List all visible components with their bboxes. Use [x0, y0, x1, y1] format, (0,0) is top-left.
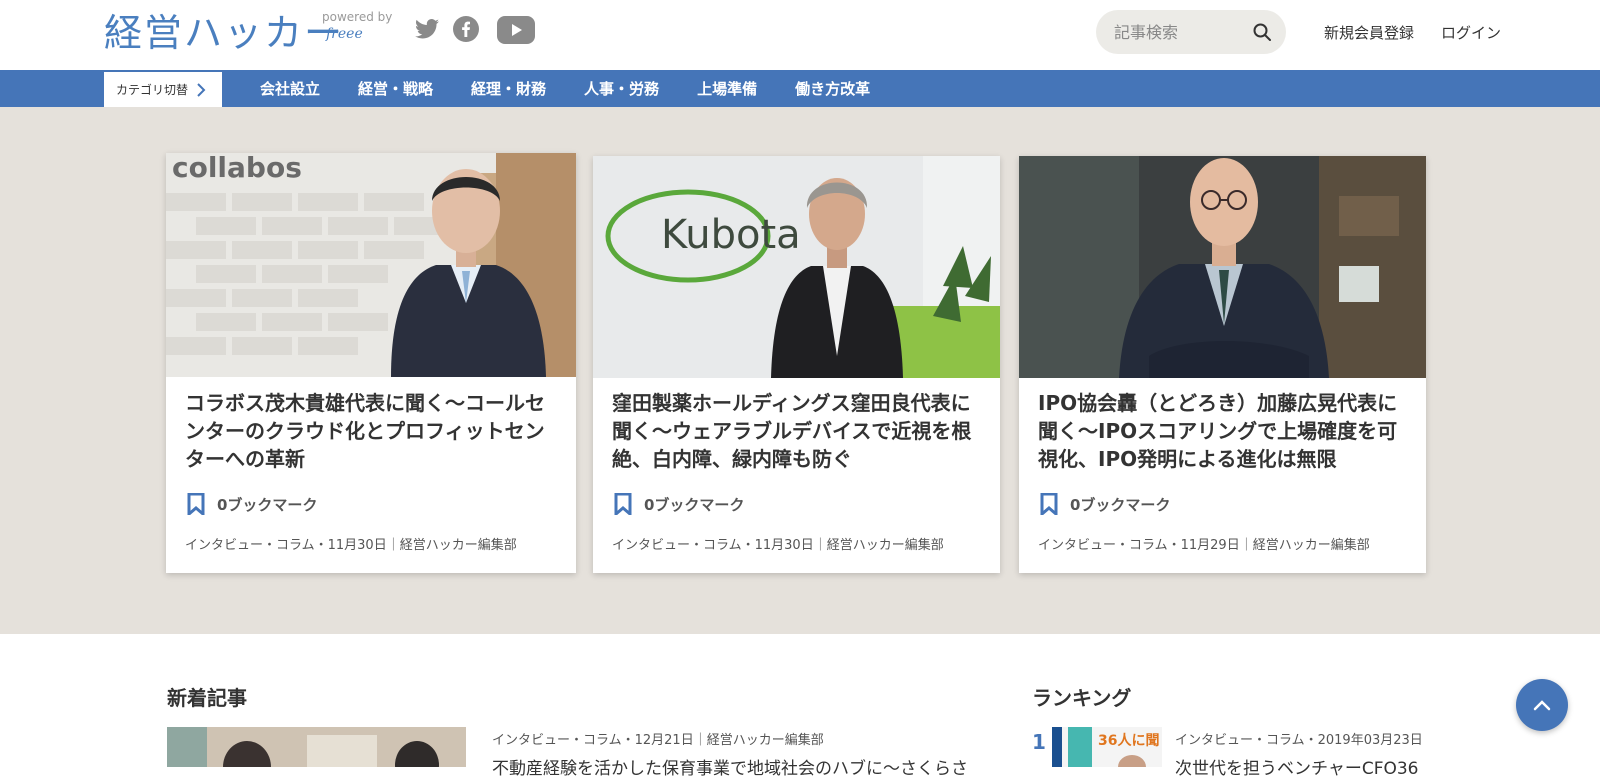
- nav-item-hr-labor[interactable]: 人事・労務: [584, 78, 659, 99]
- new-articles-heading: 新着記事: [167, 686, 247, 710]
- bookmark-count: 0ブックマーク: [1070, 495, 1171, 514]
- powered-by-label: powered by: [322, 10, 393, 24]
- article-photo: collabos: [166, 153, 576, 377]
- nav-item-company-setup[interactable]: 会社設立: [260, 78, 320, 99]
- bookmark-button[interactable]: 0ブックマーク: [614, 493, 744, 515]
- new-article-meta: インタビュー・コラム・12月21日｜経営ハッカー編集部: [492, 733, 824, 748]
- article-meta: インタビュー・コラム・11月30日｜経営ハッカー編集部: [185, 538, 517, 553]
- site-header: 経営ハッカー powered by freee 新規会員登録 ログイン: [0, 0, 1600, 70]
- ranking-thumbnail[interactable]: 36人に聞: [1052, 727, 1162, 767]
- article-meta: インタビュー・コラム・11月29日｜経営ハッカー編集部: [1038, 538, 1370, 553]
- chevron-up-icon: [1533, 700, 1551, 711]
- search-box[interactable]: [1096, 10, 1286, 54]
- nav-item-work-style-reform[interactable]: 働き方改革: [795, 78, 870, 99]
- bookmark-count: 0ブックマーク: [217, 495, 318, 514]
- chevron-right-icon: [197, 82, 206, 97]
- freee-logo[interactable]: freee: [326, 26, 363, 42]
- featured-card[interactable]: IPO協会轟（とどろき）加藤広晃代表に聞く〜IPOスコアリングで上場確度を可視化…: [1019, 156, 1426, 573]
- search-icon[interactable]: [1252, 22, 1272, 42]
- login-link[interactable]: ログイン: [1441, 22, 1501, 43]
- category-switch-label: カテゴリ切替: [116, 83, 189, 97]
- article-photo: [1019, 156, 1426, 378]
- search-input[interactable]: [1114, 10, 1244, 54]
- ranking-thumb-text: 36人に聞: [1098, 732, 1159, 749]
- nav-item-ipo-prep[interactable]: 上場準備: [697, 78, 757, 99]
- site-logo[interactable]: 経営ハッカー: [104, 10, 344, 56]
- article-meta: インタビュー・コラム・11月30日｜経営ハッカー編集部: [612, 538, 944, 553]
- bookmark-icon: [187, 493, 205, 515]
- article-title: コラボス茂木貴雄代表に聞く〜コールセンターのクラウド化とプロフィットセンターへの…: [185, 391, 545, 471]
- back-to-top-button[interactable]: [1516, 679, 1568, 731]
- nav-item-accounting-finance[interactable]: 経理・財務: [471, 78, 546, 99]
- register-link[interactable]: 新規会員登録: [1324, 22, 1414, 43]
- bookmark-icon: [1040, 493, 1058, 515]
- youtube-icon[interactable]: [497, 16, 535, 44]
- bookmark-button[interactable]: 0ブックマーク: [187, 493, 317, 515]
- category-nav-items: 会社設立 経営・戦略 経理・財務 人事・労務 上場準備 働き方改革: [260, 70, 908, 107]
- article-title: 窪田製薬ホールディングス窪田良代表に聞く〜ウェアラブルデバイスで近視を根絶、白内…: [612, 391, 972, 471]
- nav-item-management-strategy[interactable]: 経営・戦略: [358, 78, 433, 99]
- bookmark-icon: [614, 493, 632, 515]
- category-nav: カテゴリ切替 会社設立 経営・戦略 経理・財務 人事・労務 上場準備 働き方改革: [0, 70, 1600, 107]
- twitter-icon[interactable]: [414, 16, 440, 42]
- featured-card[interactable]: collabos コラボス茂木貴雄代表に聞く〜コールセンターのクラウド化とプロフ…: [166, 153, 576, 573]
- ranking-heading: ランキング: [1032, 686, 1132, 710]
- article-title: IPO協会轟（とどろき）加藤広晃代表に聞く〜IPOスコアリングで上場確度を可視化…: [1038, 391, 1398, 471]
- logo-text: 経営ハッカー: [104, 11, 345, 55]
- ranking-meta: インタビュー・コラム・2019年03月23日: [1175, 733, 1423, 748]
- kubota-sign: Kubota: [661, 212, 801, 258]
- collabos-sign: collabos: [172, 153, 302, 184]
- ranking-number: 1: [1032, 730, 1046, 754]
- bookmark-count: 0ブックマーク: [644, 495, 745, 514]
- new-article-thumbnail[interactable]: [167, 727, 466, 767]
- featured-card[interactable]: Kubota 窪田製薬ホールディングス窪田良代表に聞く〜ウェアラブルデバイスで近…: [593, 156, 1000, 573]
- bookmark-button[interactable]: 0ブックマーク: [1040, 493, 1170, 515]
- facebook-icon[interactable]: [453, 16, 479, 42]
- category-switch-button[interactable]: カテゴリ切替: [104, 70, 222, 107]
- featured-section: collabos コラボス茂木貴雄代表に聞く〜コールセンターのクラウド化とプロフ…: [0, 107, 1600, 634]
- article-photo: Kubota: [593, 156, 1000, 378]
